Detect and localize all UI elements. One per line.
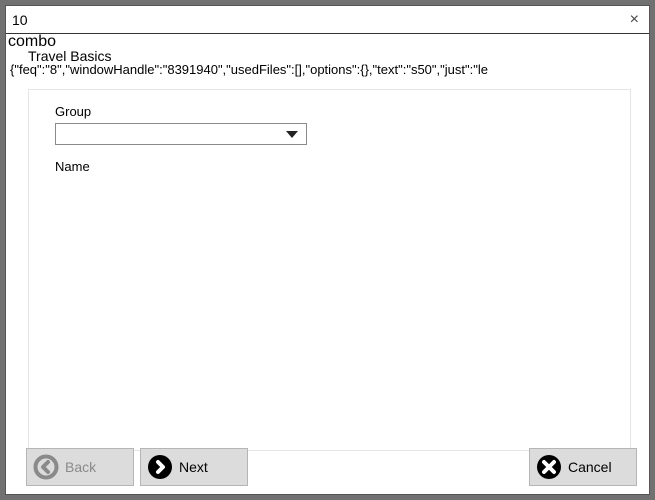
next-icon — [147, 454, 173, 480]
button-row: Back Next Cancel — [26, 448, 637, 486]
titlebar: 10 × — [6, 6, 649, 34]
cancel-icon — [536, 454, 562, 480]
group-dropdown[interactable] — [55, 123, 307, 145]
back-icon — [33, 454, 59, 480]
form-panel: Group Name — [28, 89, 631, 451]
next-button-label: Next — [179, 459, 208, 475]
cancel-button[interactable]: Cancel — [529, 448, 637, 486]
dialog-window: 10 × combo Travel Basics {"feq":"8","win… — [5, 5, 650, 495]
dialog-body: combo Travel Basics {"feq":"8","windowHa… — [6, 34, 649, 494]
close-icon[interactable]: × — [624, 11, 645, 29]
next-button[interactable]: Next — [140, 448, 248, 486]
back-button[interactable]: Back — [26, 448, 134, 486]
group-label: Group — [55, 104, 618, 119]
window-title: 10 — [12, 12, 28, 28]
back-button-label: Back — [65, 459, 96, 475]
cancel-button-label: Cancel — [568, 459, 612, 475]
name-label: Name — [55, 159, 618, 174]
json-debug-line: {"feq":"8","windowHandle":"8391940","use… — [6, 62, 649, 77]
chevron-down-icon — [286, 131, 298, 138]
